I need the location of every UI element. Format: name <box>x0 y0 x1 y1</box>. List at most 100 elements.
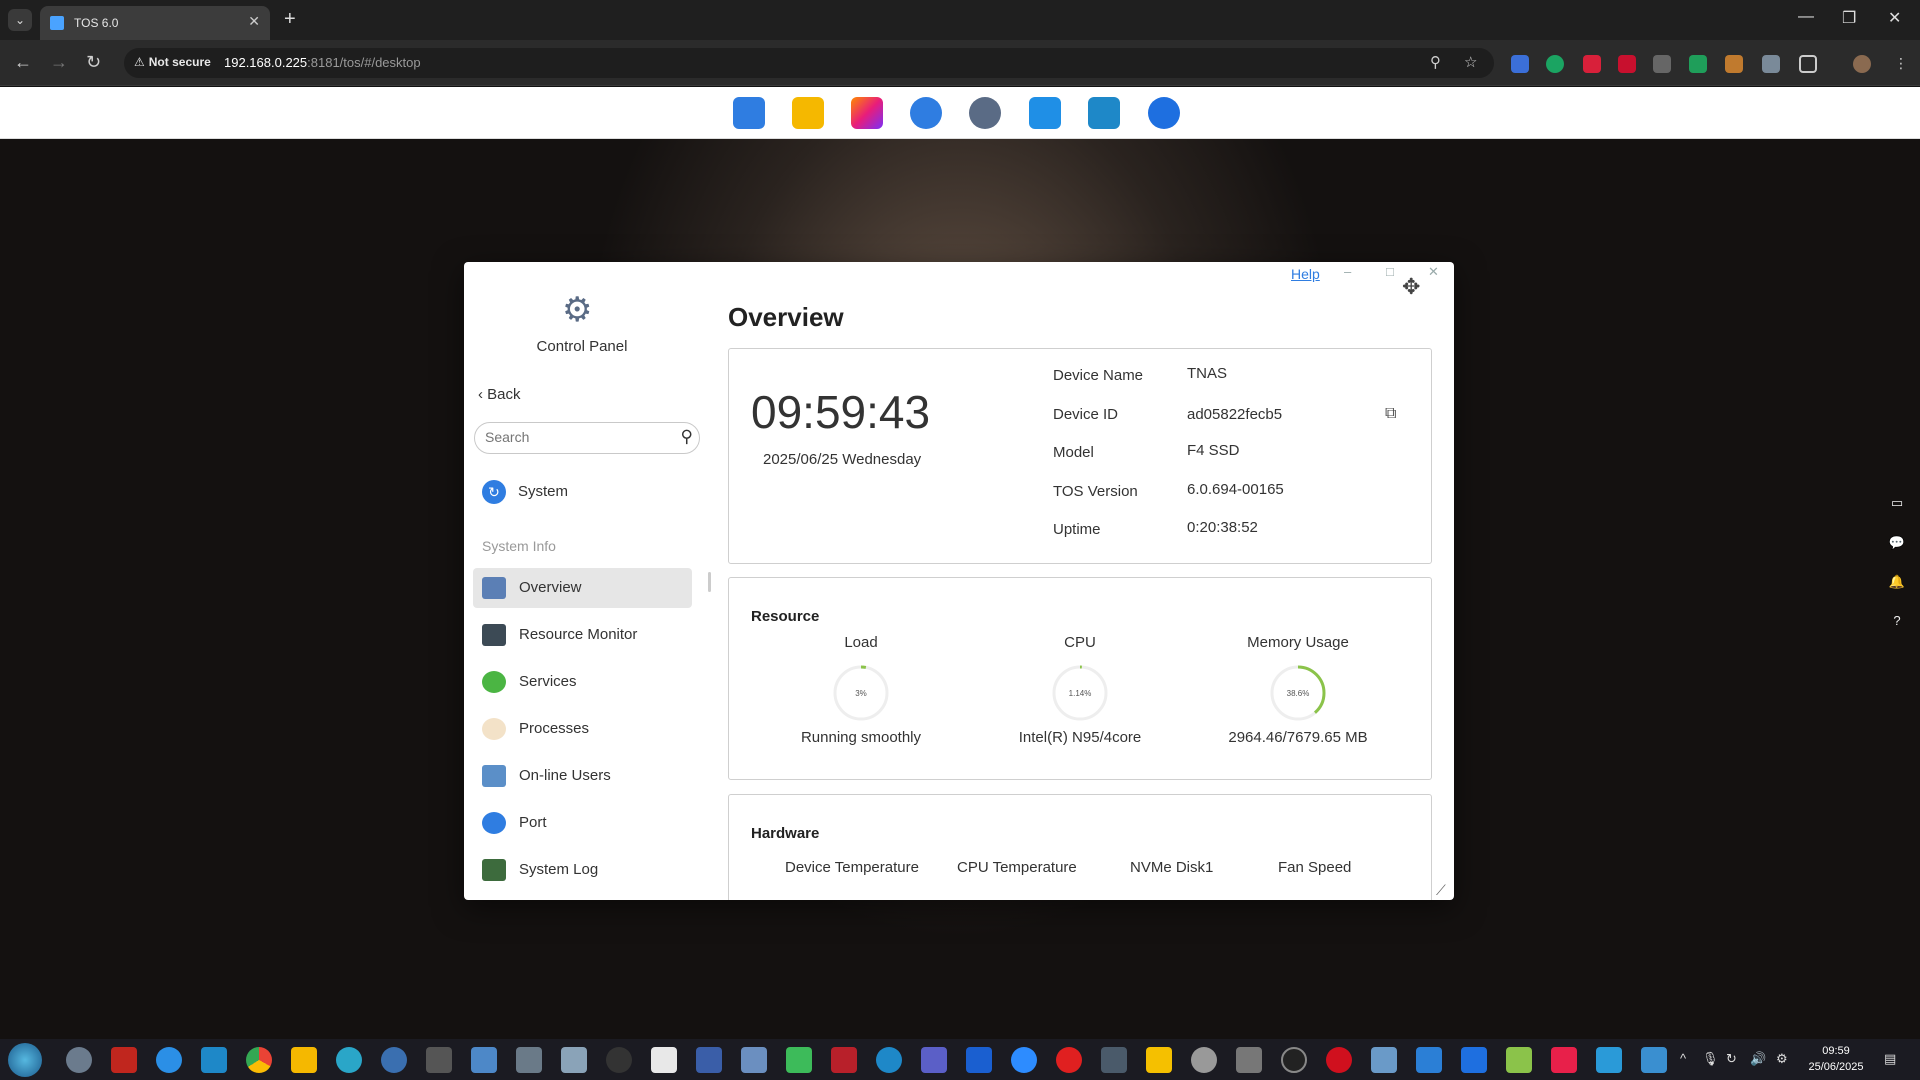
taskbar-app-icon-34[interactable] <box>1551 1047 1577 1073</box>
taskbar-app-icon-21[interactable] <box>966 1047 992 1073</box>
taskbar-app-icon-27[interactable] <box>1236 1047 1262 1073</box>
grammarly-icon[interactable] <box>1546 55 1564 73</box>
chat-icon[interactable]: 💬 <box>1888 535 1906 553</box>
sidebar-item-system[interactable]: ↻ System <box>482 480 568 504</box>
app-store-bag-icon[interactable] <box>1029 97 1061 129</box>
tab-search-dropdown-icon[interactable]: ⌄ <box>8 9 32 31</box>
new-tab-icon[interactable]: + <box>284 8 296 31</box>
taskbar-file-explorer-icon[interactable] <box>291 1047 317 1073</box>
taskbar-app-icon-9[interactable] <box>426 1047 452 1073</box>
bookmark-star-icon[interactable]: ☆ <box>1464 53 1477 71</box>
taskbar-app-icon-35[interactable] <box>1596 1047 1622 1073</box>
taskbar-app-icon-17[interactable] <box>786 1047 812 1073</box>
support-headset-icon[interactable] <box>1148 97 1180 129</box>
taskbar-app-icon-13[interactable] <box>606 1047 632 1073</box>
zoom-icon[interactable]: ⚲ <box>1430 53 1441 71</box>
window-close-icon[interactable]: ✕ <box>1888 8 1901 28</box>
taskbar-settings-icon[interactable] <box>66 1047 92 1073</box>
security-indicator[interactable]: ⚠ Not secure <box>134 55 211 69</box>
taskbar-app-icon-26[interactable] <box>1191 1047 1217 1073</box>
backup-clock-icon[interactable] <box>910 97 942 129</box>
taskbar-app-icon-16[interactable] <box>741 1047 767 1073</box>
taskbar-zoom-icon[interactable] <box>1011 1047 1037 1073</box>
taskbar-app-icon-2[interactable] <box>111 1047 137 1073</box>
sidebar-item-online-users[interactable]: On-line Users <box>473 756 692 796</box>
taskbar-app-icon-14[interactable] <box>651 1047 677 1073</box>
taskbar-chrome-icon[interactable] <box>246 1047 272 1073</box>
search-input[interactable] <box>485 429 665 445</box>
extension-icon-3[interactable] <box>1583 55 1601 73</box>
minimize-icon[interactable]: — <box>1798 8 1814 26</box>
search-box[interactable]: ⚲ <box>474 422 700 454</box>
taskbar-app-icon-3[interactable] <box>156 1047 182 1073</box>
tray-volume-icon[interactable]: 🔊 <box>1750 1051 1766 1067</box>
extensions-puzzle-icon[interactable] <box>1799 55 1817 73</box>
adblock-icon[interactable] <box>1618 55 1636 73</box>
start-button-icon[interactable] <box>8 1043 42 1077</box>
taskbar-search-app-icon[interactable] <box>336 1047 362 1073</box>
docker-icon[interactable] <box>1088 97 1120 129</box>
tray-chevron-up-icon[interactable]: ^ <box>1680 1051 1686 1066</box>
memory-detail: 2964.46/7679.65 MB <box>1228 729 1368 746</box>
reload-icon[interactable]: ↻ <box>86 52 101 73</box>
sidebar-item-port[interactable]: Port <box>473 803 692 843</box>
desktop-widget-icon[interactable]: ▭ <box>1888 495 1906 513</box>
extension-icon-8[interactable] <box>1762 55 1780 73</box>
forward-arrow-icon[interactable]: → <box>50 52 68 73</box>
sidebar-item-processes[interactable]: Processes <box>473 709 692 749</box>
extension-icon-7[interactable] <box>1725 55 1743 73</box>
taskbar-app-icon-12[interactable] <box>561 1047 587 1073</box>
help-question-icon[interactable]: ? <box>1888 613 1906 631</box>
restore-icon[interactable]: ❐ <box>1842 8 1856 28</box>
action-center-icon[interactable]: ▤ <box>1884 1051 1896 1067</box>
taskbar-app-icon-10[interactable] <box>471 1047 497 1073</box>
tab-close-icon[interactable]: ✕ <box>248 13 260 30</box>
taskbar-clock[interactable]: 09:59 25/06/2025 <box>1806 1043 1866 1075</box>
taskbar-calculator-icon[interactable] <box>1416 1047 1442 1073</box>
app-center-icon[interactable] <box>733 97 765 129</box>
taskbar-record-icon[interactable] <box>1056 1047 1082 1073</box>
sidebar-item-services[interactable]: Services <box>473 662 692 702</box>
taskbar-app-icon-15[interactable] <box>696 1047 722 1073</box>
taskbar-teams-icon[interactable] <box>921 1047 947 1073</box>
memory-label: Memory Usage <box>1247 634 1349 651</box>
url-text[interactable]: 192.168.0.225:8181/tos/#/desktop <box>224 55 421 70</box>
browser-menu-icon[interactable]: ⋮ <box>1892 55 1910 73</box>
control-panel-gear-icon[interactable] <box>969 97 1001 129</box>
profile-avatar[interactable] <box>1853 55 1871 73</box>
search-icon[interactable]: ⚲ <box>681 427 693 447</box>
taskbar-app-icon-4[interactable] <box>201 1047 227 1073</box>
window-resize-handle-icon[interactable]: ⟋ <box>1436 882 1446 899</box>
tray-network-icon[interactable]: ↻ <box>1726 1051 1737 1067</box>
taskbar-plex-icon[interactable] <box>1146 1047 1172 1073</box>
sidebar-item-system-log[interactable]: System Log <box>473 850 692 890</box>
file-manager-icon[interactable] <box>792 97 824 129</box>
taskbar-app-icon-24[interactable] <box>1101 1047 1127 1073</box>
sidebar-item-overview[interactable]: Overview <box>473 568 692 608</box>
browser-tab[interactable]: TOS 6.0 ✕ <box>40 6 270 40</box>
taskbar-app-icon-32[interactable] <box>1461 1047 1487 1073</box>
taskbar-app-icon-30[interactable] <box>1371 1047 1397 1073</box>
sidebar-item-resource-monitor[interactable]: Resource Monitor <box>473 615 692 655</box>
extension-icon-6[interactable] <box>1689 55 1707 73</box>
notification-bell-icon[interactable]: 🔔 <box>1888 574 1906 592</box>
taskbar-app-icon-28[interactable] <box>1281 1047 1307 1073</box>
taskbar-opera-icon[interactable] <box>1326 1047 1352 1073</box>
back-arrow-icon[interactable]: ← <box>14 52 32 73</box>
tray-mic-icon[interactable]: 🎙 <box>1702 1051 1719 1067</box>
copy-icon[interactable]: ⧉ <box>1385 405 1396 423</box>
extension-icon-1[interactable] <box>1511 55 1529 73</box>
photos-icon[interactable] <box>851 97 883 129</box>
taskbar-app-icon-11[interactable] <box>516 1047 542 1073</box>
sidebar-resize-handle[interactable] <box>708 572 711 592</box>
back-button[interactable]: ‹ Back <box>478 386 521 403</box>
taskbar-app-icon-19[interactable] <box>876 1047 902 1073</box>
taskbar-app-icon-33[interactable] <box>1506 1047 1532 1073</box>
tray-settings-icon[interactable]: ⚙ <box>1776 1051 1788 1067</box>
address-bar[interactable]: ⚠ Not secure 192.168.0.225:8181/tos/#/des… <box>124 48 1494 78</box>
load-gauge: 3% <box>833 665 889 721</box>
taskbar-app-icon-8[interactable] <box>381 1047 407 1073</box>
taskbar-app-icon-18[interactable] <box>831 1047 857 1073</box>
download-icon[interactable] <box>1653 55 1671 73</box>
taskbar-app-icon-36[interactable] <box>1641 1047 1667 1073</box>
